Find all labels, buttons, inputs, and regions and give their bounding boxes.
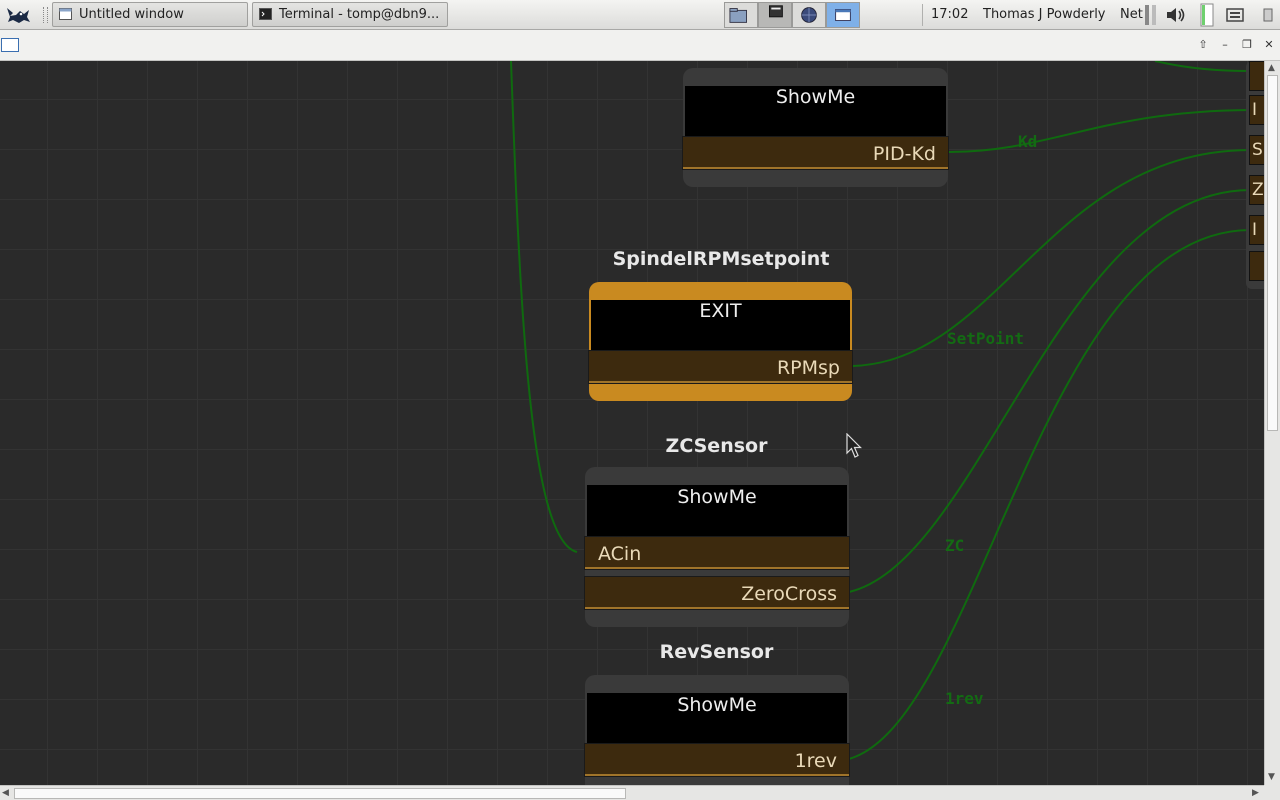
node-zcsensor[interactable]: ShowMe ACin ZeroCross — [584, 467, 850, 627]
volume-icon[interactable] — [1165, 5, 1187, 25]
wire-label-zc: ZC — [945, 536, 965, 555]
right-port-3[interactable]: Z — [1249, 175, 1264, 205]
task-label: Untitled window — [79, 7, 184, 22]
node-title-zc: ZCSensor — [665, 435, 768, 457]
window-icon — [59, 8, 72, 20]
maximize-button[interactable]: ❐ — [1240, 39, 1254, 51]
node-pid[interactable]: ShowMe PID-Kd — [682, 68, 949, 187]
wire-top-right — [1154, 61, 1251, 72]
task-untitled-window[interactable]: Untitled window — [52, 2, 248, 27]
scroll-left-arrow-icon[interactable]: ◀ — [2, 788, 9, 798]
port-1rev[interactable]: 1rev — [584, 743, 850, 777]
switch-user-icon[interactable] — [1225, 5, 1245, 25]
wire-zc — [848, 189, 1251, 593]
wire-label-kd: Kd — [1018, 132, 1038, 151]
folder-icon — [729, 8, 747, 23]
right-port-5[interactable] — [1249, 251, 1264, 281]
top-panel: Untitled window Terminal - tomp@dbn9... … — [0, 0, 1280, 30]
node-revsensor[interactable]: ShowMe 1rev — [584, 675, 850, 785]
wire-rev — [848, 229, 1251, 760]
minimize-button[interactable]: – — [1218, 39, 1232, 51]
scroll-right-arrow-icon[interactable]: ▶ — [1252, 788, 1259, 798]
node-canvas[interactable]: Kd SetPoint ZC 1rev ShowMe PID-Kd Spinde… — [0, 61, 1264, 785]
horizontal-scrollbar[interactable]: ◀ ▶ — [0, 785, 1264, 800]
scroll-down-arrow-icon[interactable]: ▼ — [1268, 772, 1275, 782]
separator — [922, 4, 923, 26]
node-title-spindel: SpindelRPMsetpoint — [612, 248, 830, 270]
node-head: ShowMe — [587, 693, 847, 743]
clock[interactable]: 17:02 — [931, 0, 968, 29]
globe-icon — [801, 7, 817, 23]
window-thumb-icon — [835, 9, 851, 21]
right-port-1[interactable]: I — [1249, 95, 1264, 125]
right-port-2[interactable]: S — [1249, 135, 1264, 165]
workspace-2[interactable] — [758, 2, 792, 28]
mouse-pointer-icon — [846, 433, 862, 458]
window-menu-icon[interactable] — [1, 38, 19, 52]
wire-kd — [948, 109, 1251, 153]
workspace-pager — [724, 2, 860, 28]
applications-menu-icon[interactable] — [4, 4, 32, 26]
logout-icon[interactable] — [1262, 5, 1274, 25]
node-right-partial[interactable]: I S Z I — [1246, 61, 1264, 289]
user-name[interactable]: Thomas J Powderly — [983, 0, 1106, 29]
network-monitor-icon — [1145, 5, 1156, 25]
node-head: ShowMe — [685, 86, 946, 136]
window-header: ⇧ – ❐ ✕ — [0, 30, 1280, 61]
port-pid-kd[interactable]: PID-Kd — [682, 136, 949, 170]
workspace-3[interactable] — [792, 2, 826, 28]
horizontal-scroll-thumb[interactable] — [14, 788, 626, 799]
node-spindel[interactable]: EXIT RPMsp — [588, 282, 853, 401]
node-head: ShowMe — [587, 485, 847, 536]
shade-button[interactable]: ⇧ — [1196, 39, 1210, 51]
vertical-scrollbar[interactable]: ▲ ▼ — [1264, 61, 1280, 785]
node-head: EXIT — [591, 300, 850, 350]
vertical-scroll-thumb[interactable] — [1267, 75, 1278, 431]
scroll-up-arrow-icon[interactable]: ▲ — [1268, 63, 1275, 73]
scroll-corner — [1264, 785, 1280, 800]
right-port-4[interactable]: I — [1249, 215, 1264, 245]
terminal-icon — [259, 8, 272, 20]
port-zerocross[interactable]: ZeroCross — [584, 576, 850, 610]
task-terminal[interactable]: Terminal - tomp@dbn9... — [252, 2, 448, 27]
terminal-thumb-icon — [769, 5, 783, 18]
battery-icon — [1200, 3, 1214, 27]
wire-acin — [510, 61, 578, 553]
panel-grip[interactable] — [43, 7, 48, 23]
wire-label-setpoint: SetPoint — [947, 329, 1025, 348]
net-label[interactable]: Net — [1120, 0, 1143, 29]
task-label: Terminal - tomp@dbn9... — [279, 7, 440, 22]
workspace-4[interactable] — [826, 2, 860, 28]
node-title-rev: RevSensor — [659, 641, 774, 663]
port-rpmsp[interactable]: RPMsp — [588, 350, 853, 384]
close-button[interactable]: ✕ — [1262, 39, 1276, 51]
workspace-1[interactable] — [724, 2, 758, 28]
port-acin[interactable]: ACin — [584, 536, 850, 570]
wire-label-rev: 1rev — [945, 689, 984, 708]
right-port-0[interactable] — [1249, 61, 1264, 91]
